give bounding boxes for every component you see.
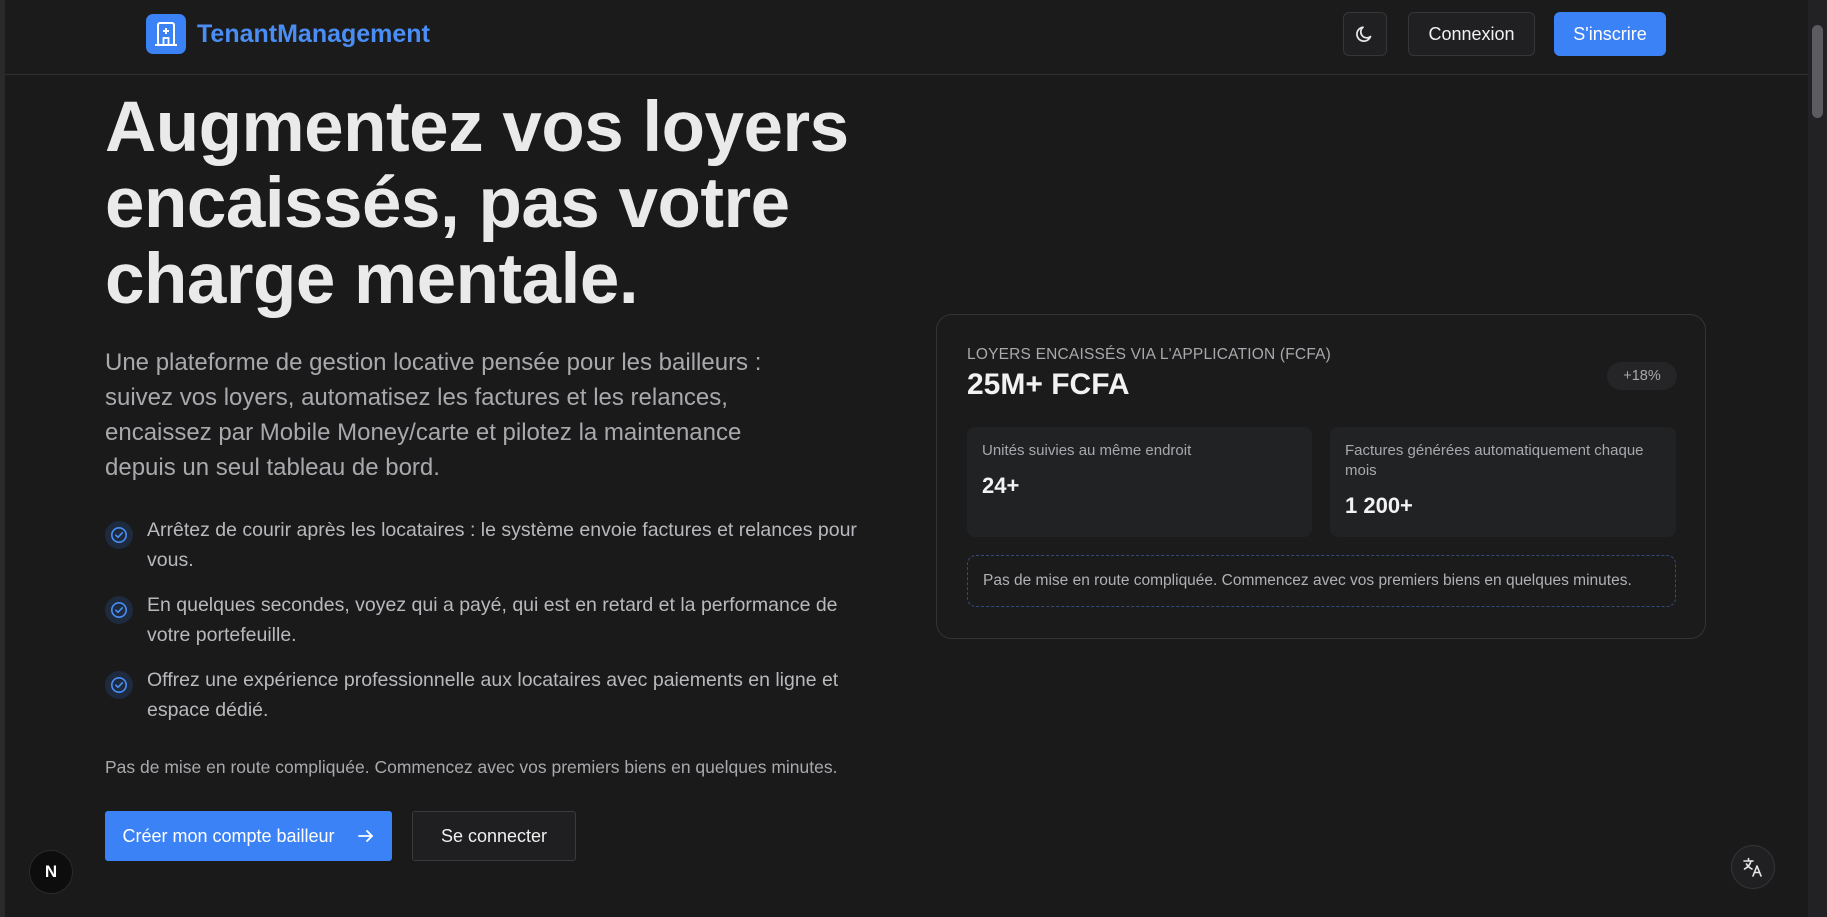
app-window: TenantManagement Connexion S'inscrire Au… [0, 0, 1827, 917]
metric-label: Unités suivies au même endroit [982, 442, 1192, 459]
building-icon [146, 14, 186, 54]
nextjs-dev-badge[interactable]: N [29, 850, 73, 894]
hero-title: Augmentez vos loyers encaissés, pas votr… [105, 88, 849, 319]
scrollbar-thumb[interactable] [1812, 25, 1823, 118]
benefit-item: Arrêtez de courir après les locataires :… [105, 515, 865, 575]
growth-badge: +18% [1607, 362, 1677, 390]
sign-in-button[interactable]: Se connecter [412, 811, 576, 861]
theme-toggle-button[interactable] [1343, 12, 1387, 56]
metric-value: 24+ [982, 473, 1020, 498]
stats-label: LOYERS ENCAISSÉS VIA L'APPLICATION (FCFA… [967, 346, 1332, 363]
brand[interactable]: TenantManagement [146, 14, 430, 54]
hero-subtitle: Une plateforme de gestion locative pensé… [105, 349, 762, 481]
check-circle-icon [105, 596, 133, 624]
hero-note: Pas de mise en route compliquée. Commenc… [105, 757, 838, 777]
stats-value: 25M+ FCFA [967, 368, 1130, 401]
benefits-list: Arrêtez de courir après les locataires :… [105, 515, 865, 740]
create-account-button[interactable]: Créer mon compte bailleur [105, 811, 392, 861]
check-circle-icon [105, 671, 133, 699]
stats-note: Pas de mise en route compliquée. Commenc… [967, 555, 1676, 607]
window-edge [0, 0, 5, 917]
benefit-text: Offrez une expérience professionnelle au… [147, 669, 839, 721]
brand-name: TenantManagement [197, 19, 430, 48]
next-badge-letter: N [44, 862, 58, 881]
moon-icon [1356, 26, 1372, 42]
metric-units: Unités suivies au même endroit 24+ [967, 427, 1312, 537]
page-scrollbar[interactable] [1808, 0, 1827, 917]
translate-button[interactable] [1731, 845, 1775, 889]
revenue-stats-card: LOYERS ENCAISSÉS VIA L'APPLICATION (FCFA… [936, 314, 1706, 639]
check-circle-icon [105, 521, 133, 549]
arrow-right-icon [357, 830, 373, 842]
metric-value: 1 200+ [1345, 493, 1413, 518]
benefit-item: Offrez une expérience professionnelle au… [105, 665, 865, 725]
benefit-item: En quelques secondes, voyez qui a payé, … [105, 590, 865, 650]
login-button[interactable]: Connexion [1408, 12, 1535, 56]
top-navbar: TenantManagement Connexion S'inscrire [5, 0, 1808, 75]
metric-invoices: Factures générées automatiquement chaque… [1330, 427, 1676, 537]
signup-button[interactable]: S'inscrire [1554, 12, 1666, 56]
benefit-text: Arrêtez de courir après les locataires :… [147, 519, 857, 571]
create-account-label: Créer mon compte bailleur [122, 825, 335, 846]
metric-label: Factures générées automatiquement chaque… [1345, 442, 1644, 479]
benefit-text: En quelques secondes, voyez qui a payé, … [147, 594, 838, 646]
translate-icon [1743, 857, 1762, 877]
